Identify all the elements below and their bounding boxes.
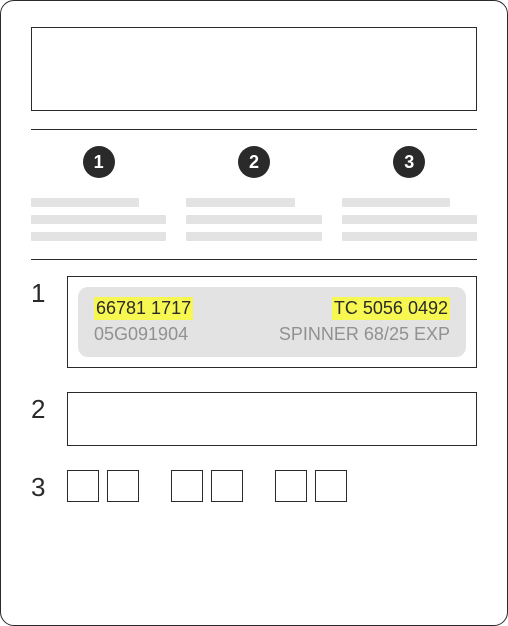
ticket-code-primary-left: 66781 1717: [94, 297, 193, 320]
divider-top: [31, 129, 477, 130]
ticket-card: 66781 1717 TC 5056 0492 05G091904 SPINNE…: [78, 287, 466, 357]
text-bars: [186, 198, 321, 241]
text-bars: [31, 198, 166, 241]
small-box: [275, 470, 307, 502]
placeholder-bar: [31, 215, 166, 224]
small-box: [67, 470, 99, 502]
list-section: 1 66781 1717 TC 5056 0492 05G091904 SPIN…: [31, 276, 477, 502]
small-box: [315, 470, 347, 502]
placeholder-bar: [342, 215, 477, 224]
step-badge-1: 1: [83, 146, 115, 178]
row-number: 2: [31, 392, 49, 422]
columns-section: 1 2 3: [31, 146, 477, 241]
list-row-2: 2: [31, 392, 477, 446]
step-badge-3: 3: [393, 146, 425, 178]
step-badge-2: 2: [238, 146, 270, 178]
list-row-1: 1 66781 1717 TC 5056 0492 05G091904 SPIN…: [31, 276, 477, 368]
hero-placeholder-box: [31, 27, 477, 111]
small-box: [171, 470, 203, 502]
divider-mid: [31, 259, 477, 260]
small-box: [211, 470, 243, 502]
row-slot: 66781 1717 TC 5056 0492 05G091904 SPINNE…: [67, 276, 477, 368]
placeholder-bar: [31, 198, 139, 207]
column-1: 1: [31, 146, 166, 241]
placeholder-bar: [186, 232, 321, 241]
column-3: 3: [342, 146, 477, 241]
placeholder-bar: [186, 215, 321, 224]
text-bars: [342, 198, 477, 241]
page-frame: 1 2 3 1: [0, 0, 508, 626]
ticket-code-secondary-left: 05G091904: [94, 324, 193, 345]
ticket-code-secondary-right: SPINNER 68/25 EXP: [279, 324, 450, 345]
small-box-row: [67, 470, 347, 502]
row-number: 3: [31, 470, 49, 500]
row-number: 1: [31, 276, 49, 306]
row-slot-empty: [67, 392, 477, 446]
placeholder-bar: [31, 232, 166, 241]
placeholder-bar: [342, 198, 450, 207]
placeholder-bar: [186, 198, 294, 207]
column-2: 2: [186, 146, 321, 241]
placeholder-bar: [342, 232, 477, 241]
ticket-code-primary-right: TC 5056 0492: [332, 297, 450, 320]
small-box: [107, 470, 139, 502]
list-row-3: 3: [31, 470, 477, 502]
